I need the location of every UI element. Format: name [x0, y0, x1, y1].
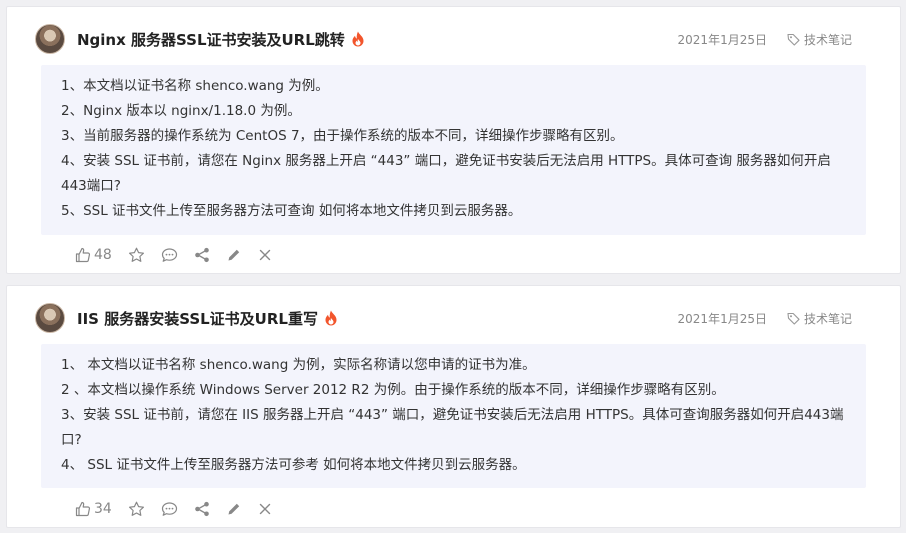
excerpt-line: 1、本文档以证书名称 shenco.wang 为例。	[61, 78, 329, 94]
edit-button[interactable]	[226, 501, 242, 517]
thumbs-up-icon	[75, 247, 91, 263]
excerpt-line: 1、 本文档以证书名称 shenco.wang 为例，实际名称请以您申请的证书为…	[61, 357, 536, 373]
excerpt-line: 5、SSL 证书文件上传至服务器方法可查询 如何将本地文件拷贝到云服务器。	[61, 203, 522, 219]
thumbs-up-icon	[75, 501, 91, 517]
excerpt-line: 3、安装 SSL 证书前，请您在 IIS 服务器上开启 “443” 端口，避免证…	[61, 407, 844, 448]
like-count: 34	[94, 501, 112, 517]
post-tag[interactable]: 技术笔记	[787, 31, 852, 48]
excerpt-line: 4、 SSL 证书文件上传至服务器方法可参考 如何将本地文件拷贝到云服务器。	[61, 457, 526, 473]
comment-icon	[161, 248, 177, 262]
excerpt-line: 2、Nginx 版本以 nginx/1.18.0 为例。	[61, 103, 301, 119]
comment-button[interactable]	[161, 501, 178, 517]
post-excerpt[interactable]: 1、 本文档以证书名称 shenco.wang 为例，实际名称请以您申请的证书为…	[41, 344, 866, 488]
share-icon	[195, 247, 209, 263]
post-card: IIS 服务器安装SSL证书及URL重写 2021年1月25日 技术笔记 1、 …	[6, 285, 901, 528]
share-button[interactable]	[194, 247, 210, 263]
like-button[interactable]: 34	[75, 501, 112, 517]
post-tag-label: 技术笔记	[803, 311, 852, 326]
avatar[interactable]	[35, 303, 65, 333]
edit-button[interactable]	[226, 247, 242, 263]
post-card: Nginx 服务器SSL证书安装及URL跳转 2021年1月25日 技术笔记 1…	[6, 6, 901, 274]
like-count: 48	[94, 247, 112, 263]
tag-icon	[787, 33, 800, 46]
fire-icon	[352, 31, 364, 47]
favorite-button[interactable]	[128, 247, 145, 263]
like-button[interactable]: 48	[75, 247, 112, 263]
excerpt-line: 2 、本文档以操作系统 Windows Server 2012 R2 为例。由于…	[61, 382, 725, 398]
avatar[interactable]	[35, 24, 65, 54]
post-title[interactable]: IIS 服务器安装SSL证书及URL重写	[77, 308, 318, 329]
tag-icon	[787, 312, 800, 325]
post-actions: 34	[75, 499, 288, 519]
star-icon	[128, 501, 144, 516]
delete-button[interactable]	[258, 502, 272, 516]
post-tag-label: 技术笔记	[803, 32, 852, 47]
pencil-icon	[228, 503, 240, 515]
comment-icon	[161, 502, 177, 516]
share-button[interactable]	[194, 501, 210, 517]
post-date: 2021年1月25日	[677, 311, 767, 326]
post-actions: 48	[75, 245, 288, 265]
close-icon	[259, 249, 271, 261]
fire-icon	[325, 310, 337, 326]
share-icon	[195, 501, 209, 517]
excerpt-line: 4、安装 SSL 证书前，请您在 Nginx 服务器上开启 “443” 端口，避…	[61, 153, 831, 194]
close-icon	[259, 503, 271, 515]
post-date: 2021年1月25日	[677, 32, 767, 47]
delete-button[interactable]	[258, 248, 272, 262]
excerpt-line: 3、当前服务器的操作系统为 CentOS 7，由于操作系统的版本不同，详细操作步…	[61, 128, 624, 144]
post-header: IIS 服务器安装SSL证书及URL重写 2021年1月25日 技术笔记	[35, 302, 852, 334]
post-tag[interactable]: 技术笔记	[787, 310, 852, 327]
pencil-icon	[228, 249, 240, 261]
star-icon	[128, 247, 144, 262]
comment-button[interactable]	[161, 247, 178, 263]
favorite-button[interactable]	[128, 501, 145, 517]
post-excerpt[interactable]: 1、本文档以证书名称 shenco.wang 为例。 2、Nginx 版本以 n…	[41, 65, 866, 235]
post-header: Nginx 服务器SSL证书安装及URL跳转 2021年1月25日 技术笔记	[35, 23, 852, 55]
post-feed: Nginx 服务器SSL证书安装及URL跳转 2021年1月25日 技术笔记 1…	[0, 0, 906, 533]
post-title[interactable]: Nginx 服务器SSL证书安装及URL跳转	[77, 29, 345, 50]
